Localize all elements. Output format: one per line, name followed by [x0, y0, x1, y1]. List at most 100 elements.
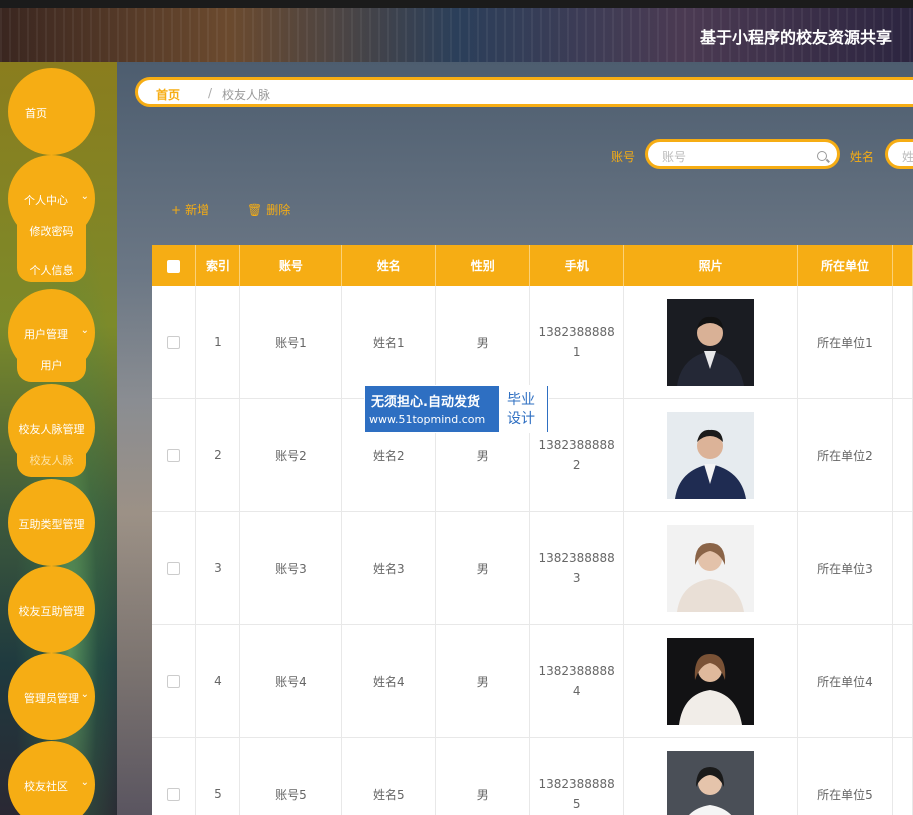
column-header[interactable]: 性别	[435, 245, 531, 286]
phone-line: 5	[572, 797, 581, 811]
cell-index: 3	[195, 511, 241, 625]
top-header: 基于小程序的校友资源共享	[0, 0, 913, 62]
app-title: 基于小程序的校友资源共享	[700, 28, 893, 47]
cell-index: 2	[195, 398, 241, 512]
cell-extra	[892, 624, 913, 738]
row-checkbox[interactable]	[167, 788, 181, 801]
table-row[interactable]: 4 账号4 姓名4 男 1382388888 4 所在单位4	[152, 624, 913, 738]
row-checkbox[interactable]	[167, 336, 181, 349]
photo-woman-white[interactable]	[667, 524, 755, 612]
alumni-table: 索引 账号 姓名 性别 手机 照片 所在单位 1 账号1 姓名1 男 13823…	[152, 245, 913, 815]
account-search-input[interactable]: 账号	[645, 139, 840, 169]
cell-photo	[623, 737, 799, 815]
row-checkbox[interactable]	[167, 449, 181, 462]
cell-account: 账号5	[239, 737, 343, 815]
add-button-label: 新增	[185, 203, 210, 217]
cell-name: 姓名5	[341, 737, 437, 815]
sidebar-item-alumni-community[interactable]: 校友社区 ⌄	[8, 741, 95, 815]
sidebar-item-label: 校友互助管理	[18, 605, 85, 618]
main-content: 首页 / 校友人脉 账号 账号 姓名 姓 + 新增 🗑 删除 索引 账号 姓名 性别…	[117, 62, 913, 815]
watermark-line2: www.51topmind.com	[369, 413, 486, 426]
column-header[interactable]: 账号	[239, 245, 343, 286]
chevron-down-icon: ⌄	[80, 777, 89, 788]
sidebar-item-label: 校友社区	[24, 780, 68, 793]
select-all-checkbox[interactable]	[167, 259, 181, 273]
column-header[interactable]: 索引	[195, 245, 241, 286]
sidebar-subitem-change-password[interactable]: 修改密码	[17, 223, 86, 239]
cell-photo	[623, 624, 799, 738]
breadcrumb-home[interactable]: 首页	[156, 86, 180, 103]
row-select-cell[interactable]	[152, 398, 197, 512]
column-header[interactable]: 手机	[529, 245, 625, 286]
table-row[interactable]: 1 账号1 姓名1 男 1382388888 1 所在单位1	[152, 286, 913, 399]
cell-account: 账号4	[239, 624, 343, 738]
account-search-label: 账号	[611, 150, 636, 164]
add-button[interactable]: + 新增	[171, 201, 209, 218]
name-search-label: 姓名	[850, 150, 875, 164]
row-select-cell[interactable]	[152, 624, 197, 738]
column-header[interactable]: 姓名	[341, 245, 437, 286]
table-header-row: 索引 账号 姓名 性别 手机 照片 所在单位	[152, 245, 913, 286]
chevron-down-icon: ⌄	[80, 325, 89, 336]
cell-photo	[623, 511, 799, 625]
cell-index: 5	[195, 737, 241, 815]
cell-phone: 1382388888 3	[529, 511, 625, 625]
cell-index: 4	[195, 624, 241, 738]
cell-name: 姓名1	[341, 286, 437, 399]
sidebar-item-admin-mgmt[interactable]: 管理员管理 ⌄	[8, 653, 95, 740]
phone-line: 1382388888	[538, 664, 615, 678]
cell-phone: 1382388888 4	[529, 624, 625, 738]
sidebar-item-label: 用户管理	[24, 328, 68, 341]
sidebar-item-label: 管理员管理	[24, 692, 79, 705]
row-select-cell[interactable]	[152, 737, 197, 815]
select-all-cell[interactable]	[152, 245, 197, 286]
photo-woman-gray-bg[interactable]	[667, 750, 755, 815]
phone-line: 1382388888	[538, 551, 615, 565]
breadcrumb: 首页 / 校友人脉	[135, 77, 913, 107]
account-search-placeholder: 账号	[662, 150, 687, 164]
sidebar: 首页 个人中心 ⌄ 修改密码 个人信息 用户管理 ⌄ 用户 校友人脉管理 校友人…	[0, 62, 117, 815]
table-row[interactable]: 5 账号5 姓名5 男 1382388888 5 所在单位5	[152, 737, 913, 815]
search-icon	[817, 151, 827, 161]
column-header[interactable]: 照片	[623, 245, 799, 286]
sidebar-item-label: 校友人脉管理	[18, 423, 85, 436]
watermark-badge-line1: 毕业	[507, 392, 535, 408]
photo-man-navy-suit[interactable]	[667, 411, 755, 499]
sidebar-item-alumni-help-mgmt[interactable]: 校友互助管理	[8, 566, 95, 653]
breadcrumb-current: 校友人脉	[222, 88, 271, 102]
plus-icon: +	[171, 203, 182, 217]
photo-man-suit[interactable]	[667, 298, 755, 386]
sidebar-subitem-user[interactable]: 用户	[17, 357, 86, 373]
header-top-strip	[0, 0, 913, 8]
phone-line: 2	[572, 458, 581, 472]
sidebar-item-home[interactable]: 首页	[8, 68, 95, 155]
cell-phone: 1382388888 1	[529, 286, 625, 399]
column-header[interactable]: 所在单位	[797, 245, 893, 286]
cell-extra	[892, 398, 913, 512]
cell-gender: 男	[435, 624, 531, 738]
sidebar-subitem-alumni-network[interactable]: 校友人脉	[17, 452, 86, 468]
phone-line: 1382388888	[538, 777, 615, 791]
row-checkbox[interactable]	[167, 675, 181, 688]
sidebar-item-label: 互助类型管理	[18, 518, 85, 531]
delete-button[interactable]: 🗑 删除	[247, 201, 290, 218]
cell-extra	[892, 286, 913, 399]
sidebar-item-help-type-mgmt[interactable]: 互助类型管理	[8, 479, 95, 566]
cell-gender: 男	[435, 737, 531, 815]
phone-line: 1	[572, 345, 581, 359]
breadcrumb-separator: /	[208, 86, 213, 100]
row-select-cell[interactable]	[152, 511, 197, 625]
chevron-down-icon: ⌄	[80, 689, 89, 700]
sidebar-subitem-personal-info[interactable]: 个人信息	[17, 262, 86, 278]
cell-unit: 所在单位2	[797, 398, 893, 512]
phone-line: 3	[572, 571, 581, 585]
trash-icon: 🗑	[247, 203, 263, 217]
name-search-input[interactable]: 姓	[885, 139, 913, 169]
photo-woman-dark-bg[interactable]	[667, 637, 755, 725]
sidebar-item-label: 个人中心	[24, 194, 68, 207]
table-row[interactable]: 3 账号3 姓名3 男 1382388888 3 所在单位3	[152, 511, 913, 625]
phone-line: 1382388888	[538, 438, 615, 452]
row-checkbox[interactable]	[167, 562, 181, 575]
phone-line: 1382388888	[538, 325, 615, 339]
row-select-cell[interactable]	[152, 286, 197, 399]
